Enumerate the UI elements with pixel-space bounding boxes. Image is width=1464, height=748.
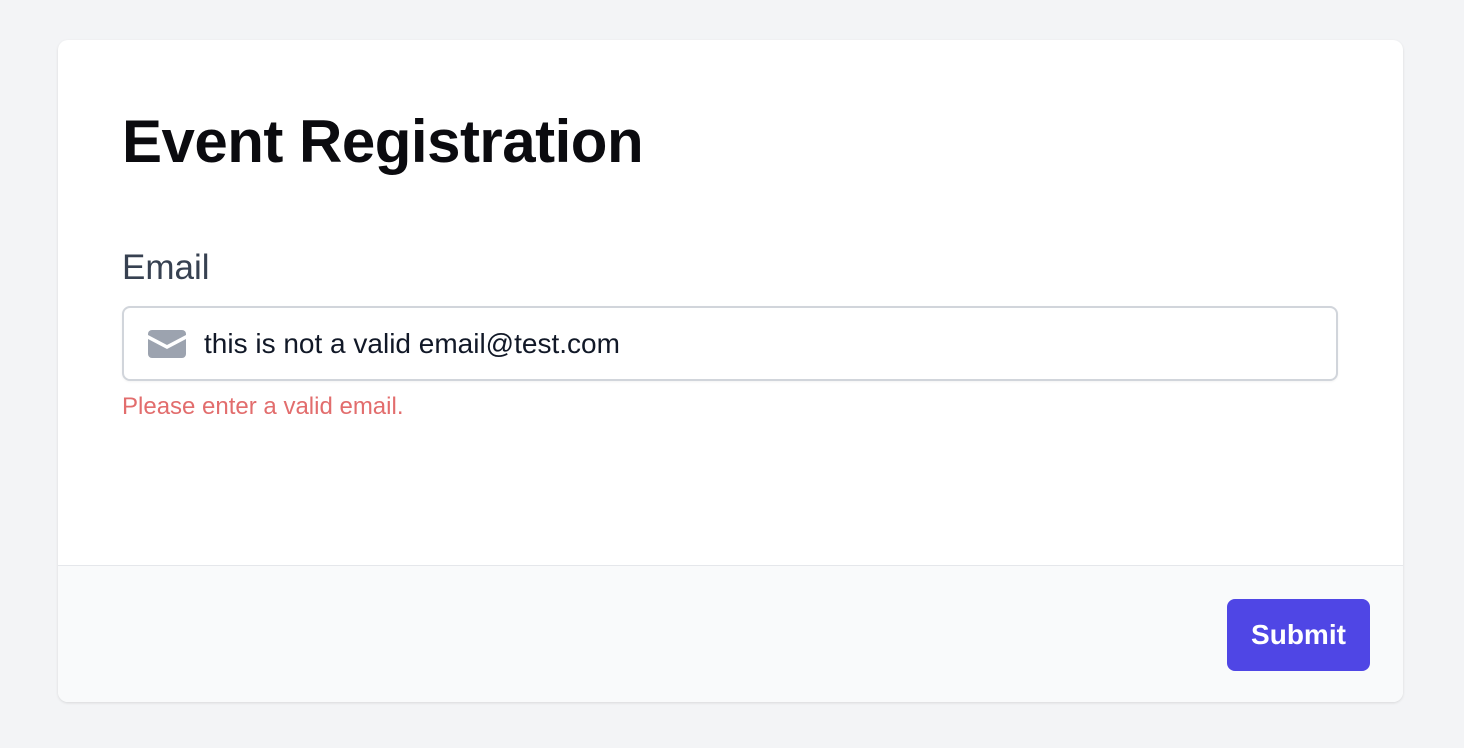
card-footer: Submit: [58, 565, 1403, 702]
email-field[interactable]: [204, 308, 1336, 379]
email-error-message: Please enter a valid email.: [122, 393, 404, 420]
page-title: Event Registration: [122, 108, 644, 175]
registration-card: Event Registration Email Please enter a …: [58, 40, 1403, 702]
card-body: Event Registration Email Please enter a …: [58, 40, 1403, 565]
email-input-wrapper[interactable]: [122, 306, 1338, 381]
mail-icon: [148, 329, 186, 358]
submit-button[interactable]: Submit: [1227, 599, 1370, 671]
mail-icon-svg: [148, 329, 186, 358]
email-label: Email: [122, 248, 210, 287]
